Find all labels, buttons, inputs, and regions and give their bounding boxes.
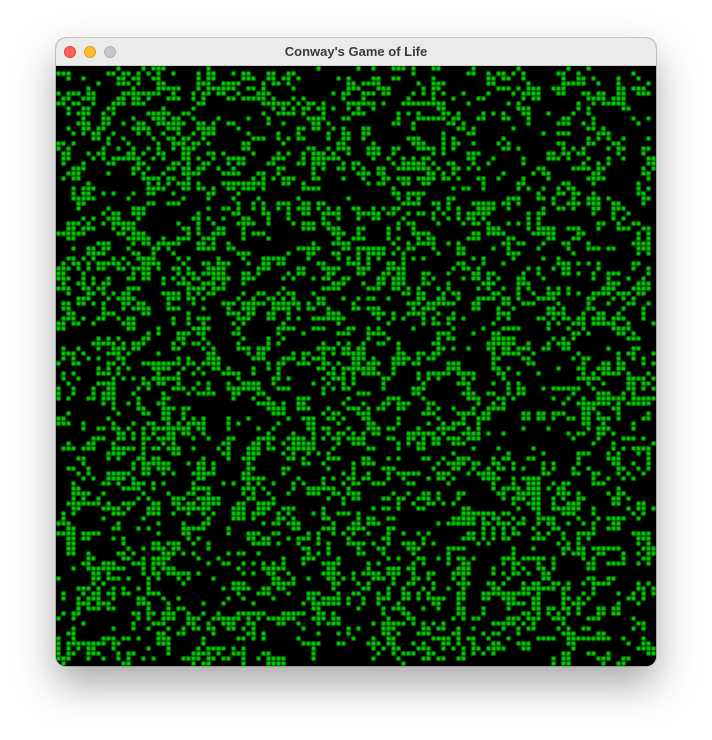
life-canvas[interactable] xyxy=(56,66,656,666)
window-title: Conway's Game of Life xyxy=(284,44,428,59)
title-bar[interactable]: Conway's Game of Life xyxy=(56,38,656,66)
life-grid[interactable] xyxy=(56,66,656,666)
app-window: Conway's Game of Life xyxy=(56,38,656,666)
